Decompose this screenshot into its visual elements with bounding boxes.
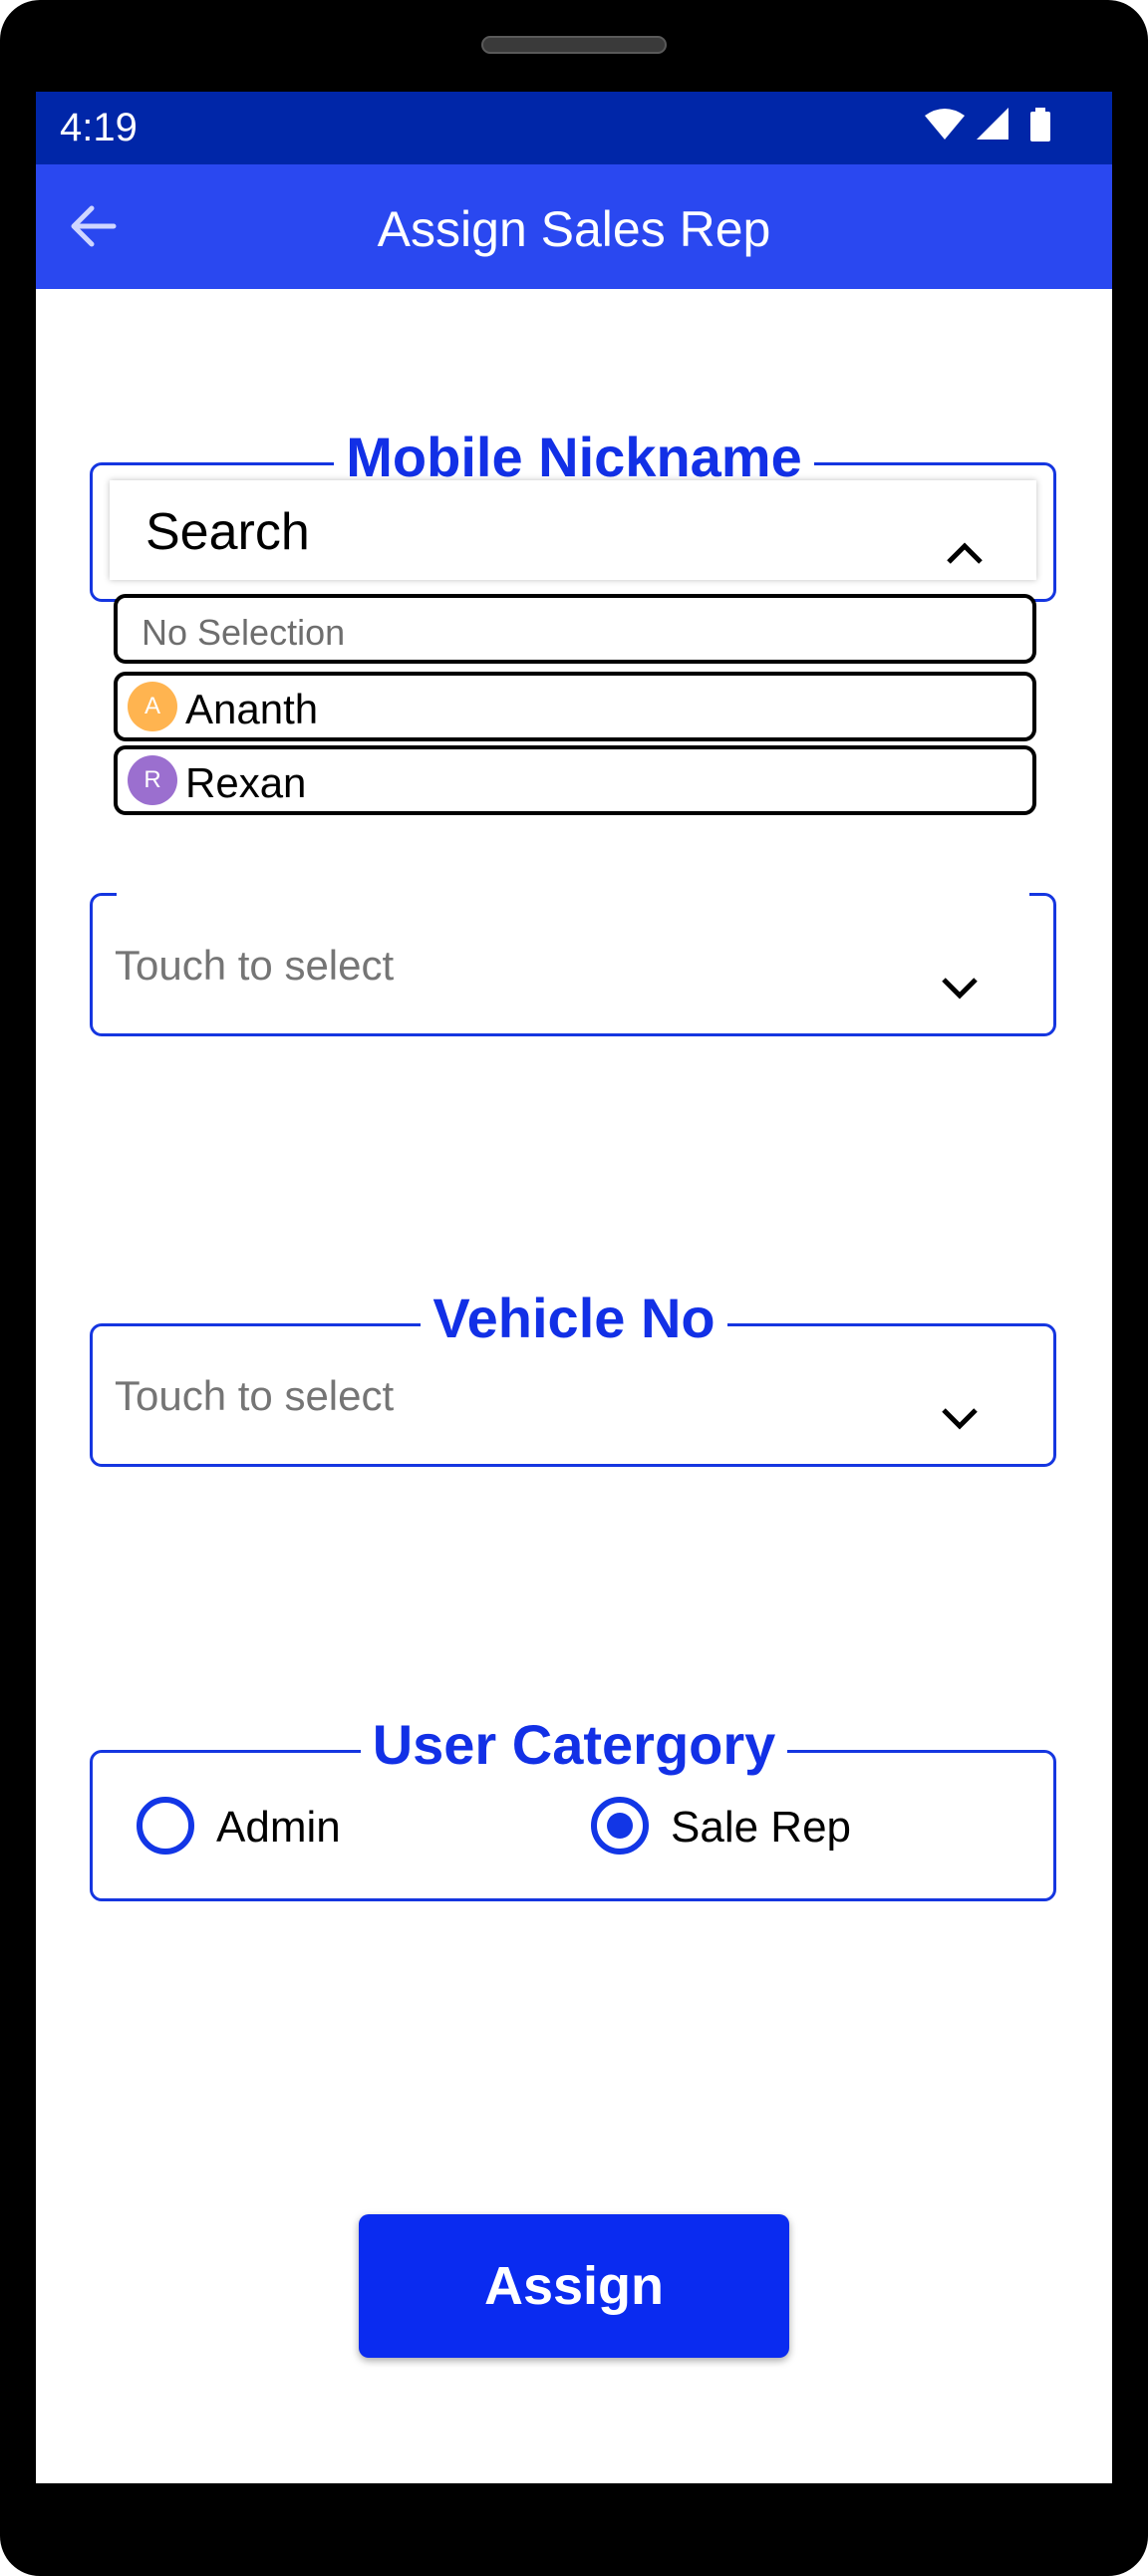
legend-gap bbox=[117, 892, 1029, 898]
chevron-down-icon[interactable] bbox=[940, 1406, 980, 1432]
search-text: Search bbox=[145, 503, 310, 561]
status-icons bbox=[925, 108, 1050, 142]
option-label: No Selection bbox=[142, 612, 346, 653]
vehicle-no-legend: Vehicle No bbox=[36, 1286, 1112, 1350]
radio-sale-rep[interactable] bbox=[591, 1797, 649, 1855]
battery-icon bbox=[1030, 108, 1050, 142]
option-label: Rexan bbox=[185, 759, 307, 806]
user-category-legend: User Catergory bbox=[36, 1712, 1112, 1777]
radio-label-admin: Admin bbox=[216, 1803, 341, 1852]
second-select-group[interactable]: Touch to select bbox=[90, 892, 1056, 1036]
screen: 4:19 Assign Sales Rep Mobile Nickname Se… bbox=[36, 92, 1112, 2483]
select-placeholder: Touch to select bbox=[115, 1372, 395, 1419]
status-bar: 4:19 bbox=[36, 92, 1112, 164]
option-rexan[interactable]: R Rexan bbox=[114, 745, 1036, 815]
chevron-down-icon[interactable] bbox=[940, 976, 980, 1002]
avatar: R bbox=[128, 755, 177, 805]
wifi-icon bbox=[925, 109, 965, 140]
mobile-nickname-search[interactable]: Search bbox=[110, 480, 1036, 580]
avatar: A bbox=[128, 682, 177, 731]
radio-label-sale-rep: Sale Rep bbox=[671, 1803, 852, 1852]
status-time: 4:19 bbox=[60, 106, 138, 149]
radio-admin[interactable] bbox=[137, 1797, 194, 1855]
assign-button[interactable]: Assign bbox=[359, 2214, 789, 2358]
select-placeholder: Touch to select bbox=[115, 942, 395, 989]
app-bar: Assign Sales Rep bbox=[36, 164, 1112, 289]
signal-icon bbox=[977, 108, 1008, 140]
option-label: Ananth bbox=[185, 686, 319, 732]
page-title: Assign Sales Rep bbox=[377, 201, 771, 257]
option-no-selection[interactable]: No Selection bbox=[114, 594, 1036, 664]
device-frame: 4:19 Assign Sales Rep Mobile Nickname Se… bbox=[0, 0, 1148, 2576]
option-ananth[interactable]: A Ananth bbox=[114, 672, 1036, 741]
chevron-up-icon[interactable] bbox=[945, 540, 985, 566]
speaker-grille bbox=[481, 36, 667, 54]
radio-selected-dot bbox=[607, 1813, 633, 1839]
